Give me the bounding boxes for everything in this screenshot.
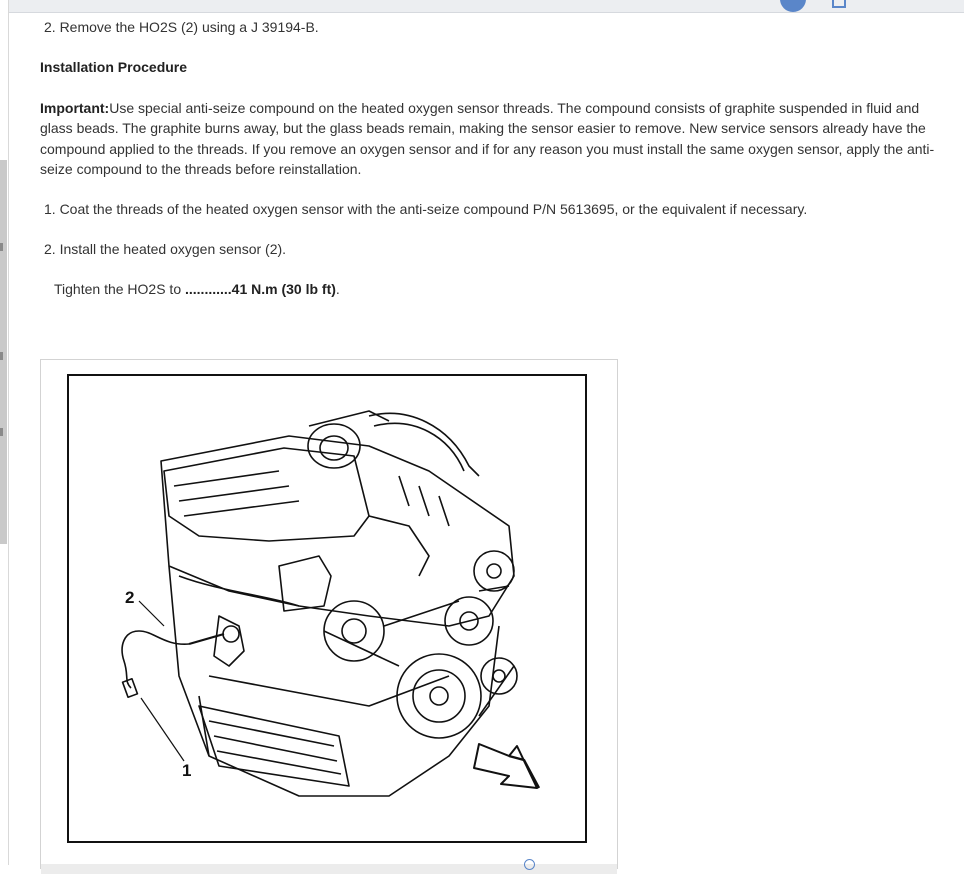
- torque-spec: Tighten the HO2S to ............41 N.m (…: [54, 279, 340, 299]
- engine-illustration: 2 1: [121, 410, 541, 797]
- valve-cover: [163, 447, 370, 542]
- crank-pulley: [396, 653, 482, 739]
- installation-heading: Installation Procedure: [40, 59, 188, 75]
- install-step-1: 1. Coat the threads of the heated oxygen…: [44, 201, 808, 217]
- engine-figure[interactable]: 2 1: [40, 359, 618, 874]
- engine-illustration-frame: 2 1: [67, 374, 587, 843]
- left-scroll-rail: [0, 0, 9, 865]
- torque-suffix: .: [335, 281, 340, 297]
- callout-1: 1: [182, 761, 191, 780]
- remove-step: 2. Remove the HO2S (2) using a J 39194-B…: [44, 19, 319, 35]
- install-step-2: 2. Install the heated oxygen sensor (2).: [44, 241, 287, 257]
- torque-prefix: Tighten the HO2S to: [54, 281, 185, 297]
- callout-2: 2: [125, 588, 134, 607]
- top-toolbar: [0, 0, 964, 13]
- oil-pan: [198, 705, 350, 787]
- important-text: Use special anti-seize compound on the h…: [40, 100, 935, 178]
- throttle-body: [307, 423, 361, 469]
- important-label: Important:: [40, 100, 110, 116]
- rail-marker: [0, 428, 3, 436]
- rail-marker: [0, 243, 3, 251]
- torque-value: ............41 N.m (30 lb ft): [185, 281, 336, 297]
- pulley-upper: [323, 600, 385, 662]
- engine-block: [168, 565, 500, 797]
- alternator-pulley: [473, 550, 515, 592]
- rail-marker: [0, 352, 3, 360]
- oxygen-sensor: [188, 632, 225, 646]
- important-note: Important:Use special anti-seize compoun…: [40, 98, 945, 180]
- toolbar-round-button[interactable]: [780, 0, 806, 12]
- toolbar-icon[interactable]: [832, 0, 846, 8]
